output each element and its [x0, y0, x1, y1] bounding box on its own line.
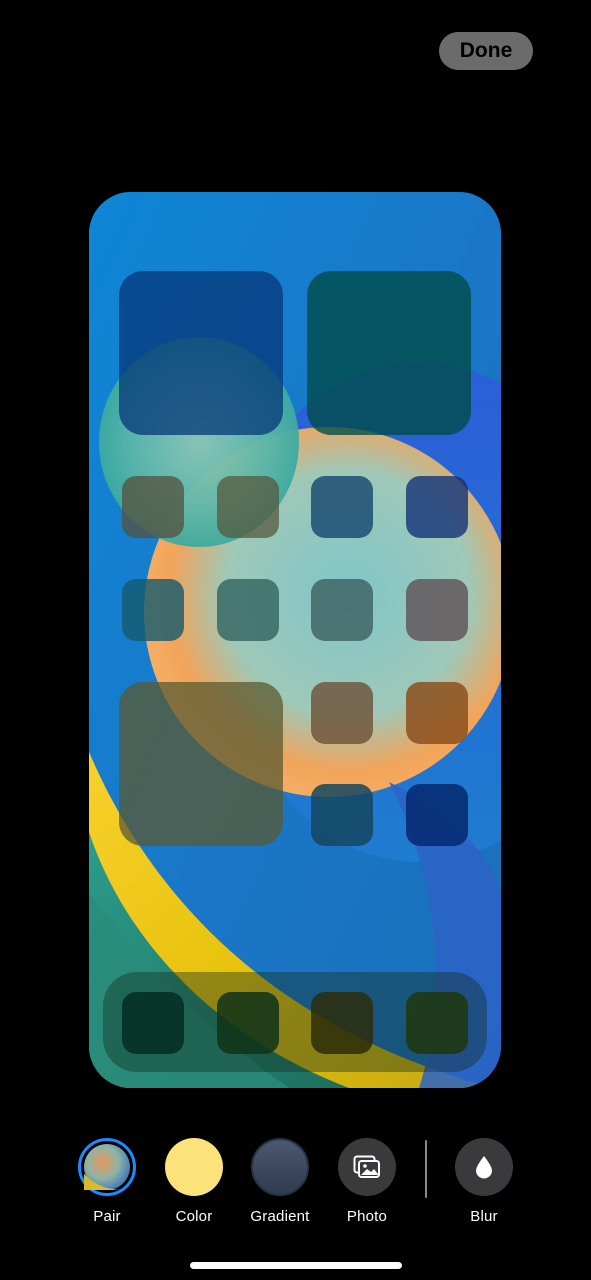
- blur-drop-icon[interactable]: [455, 1138, 513, 1196]
- photo-label: Photo: [346, 1208, 388, 1225]
- app-icon: [122, 476, 184, 538]
- toolbar-divider: [425, 1140, 427, 1198]
- color-label: Color: [175, 1208, 213, 1225]
- gradient-swatch-icon[interactable]: [251, 1138, 309, 1196]
- app-icon: [311, 682, 373, 744]
- gradient-label: Gradient: [250, 1208, 310, 1225]
- widget-top-right: [307, 271, 471, 435]
- wallpaper-style-toolbar: Pair Color Gradient Photo Blur: [0, 1138, 591, 1228]
- dock-app-icon: [122, 992, 184, 1054]
- wallpaper-editor-screen: Done Pair Color Gradient Photo Blur: [0, 0, 591, 1280]
- dock-app-icon: [406, 992, 468, 1054]
- done-button[interactable]: Done: [439, 32, 533, 70]
- home-screen-preview: [89, 192, 501, 1088]
- app-icon: [122, 579, 184, 641]
- dock-app-icon: [311, 992, 373, 1054]
- pair-label: Pair: [93, 1208, 121, 1225]
- app-icon: [406, 682, 468, 744]
- blur-label: Blur: [470, 1208, 498, 1225]
- app-icon: [217, 476, 279, 538]
- app-icon: [311, 476, 373, 538]
- pair-option[interactable]: Pair: [62, 1138, 152, 1225]
- app-icon: [217, 579, 279, 641]
- blur-option[interactable]: Blur: [439, 1138, 529, 1225]
- dock-app-icon: [217, 992, 279, 1054]
- gradient-option[interactable]: Gradient: [235, 1138, 325, 1225]
- widget-bottom-left: [119, 682, 283, 846]
- app-icon: [406, 784, 468, 846]
- color-option[interactable]: Color: [149, 1138, 239, 1225]
- app-icon: [311, 579, 373, 641]
- color-swatch-icon[interactable]: [165, 1138, 223, 1196]
- home-indicator[interactable]: [190, 1262, 402, 1269]
- app-icon: [311, 784, 373, 846]
- photo-option[interactable]: Photo: [322, 1138, 412, 1225]
- widget-top-left: [119, 271, 283, 435]
- app-icon: [406, 579, 468, 641]
- app-icon: [406, 476, 468, 538]
- photos-icon[interactable]: [338, 1138, 396, 1196]
- pair-wallpaper-icon[interactable]: [78, 1138, 136, 1196]
